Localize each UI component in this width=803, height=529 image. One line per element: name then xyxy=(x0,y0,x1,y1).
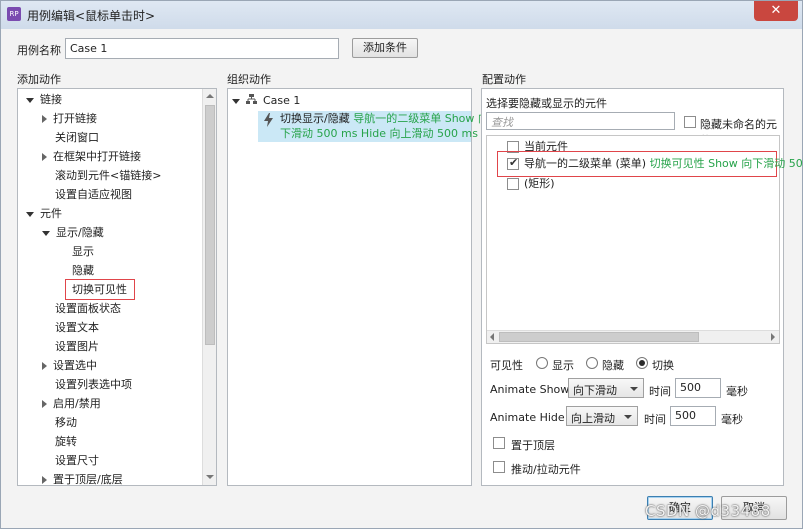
hscrollbar-thumb[interactable] xyxy=(499,332,699,342)
tree-scrollbar[interactable] xyxy=(202,89,216,485)
selected-action[interactable]: 切换显示/隐藏 导航一的二级菜单 Show 向 下滑动 500 ms Hide … xyxy=(258,111,489,142)
hide-time-input[interactable]: 500 xyxy=(670,406,716,426)
hide-unnamed-checkbox[interactable] xyxy=(684,116,696,128)
tree-item-set-selected[interactable]: 设置选中 xyxy=(42,358,97,374)
scroll-right-icon[interactable] xyxy=(771,333,775,341)
tree-collapse-icon[interactable] xyxy=(42,400,47,408)
tree-item-set-list-selection[interactable]: 设置列表选中项 xyxy=(55,377,132,393)
tree-item-set-size[interactable]: 设置尺寸 xyxy=(55,453,99,469)
animate-show-label: Animate Show xyxy=(490,383,570,396)
scroll-left-icon[interactable] xyxy=(490,333,494,341)
action-detail: 导航一的二级菜单 Show 向 xyxy=(353,112,489,125)
tree-collapse-icon[interactable] xyxy=(42,362,47,370)
case-name-label: 用例名称 xyxy=(17,44,61,57)
case-node-label: Case 1 xyxy=(263,94,301,107)
select-widgets-label: 选择要隐藏或显示的元件 xyxy=(486,97,607,110)
add-condition-button[interactable]: 添加条件 xyxy=(352,38,418,58)
case-node[interactable]: Case 1 xyxy=(232,93,300,109)
app-logo-icon: RP xyxy=(7,7,21,21)
check-icon: ✔ xyxy=(509,156,519,169)
tree-item-set-panel-state[interactable]: 设置面板状态 xyxy=(55,301,121,317)
tree-collapse-icon[interactable] xyxy=(42,115,47,123)
tree-expand-icon[interactable] xyxy=(26,211,34,217)
tree-item-open-link[interactable]: 打开链接 xyxy=(42,111,97,127)
radio-selected-dot xyxy=(639,360,645,366)
visibility-show-radio[interactable] xyxy=(536,357,548,369)
case-name-input[interactable]: Case 1 xyxy=(65,38,339,59)
lightning-icon xyxy=(263,113,274,130)
tree-item-set-text[interactable]: 设置文本 xyxy=(55,320,99,336)
window-title: 用例编辑<鼠标单击时> xyxy=(27,9,156,23)
widget-item-nav-submenu-detail: 切换可见性 Show 向下滑动 500 xyxy=(649,157,803,170)
action-detail-line2: 下滑动 500 ms Hide 向上滑动 500 ms xyxy=(280,127,478,140)
visibility-hide-label: 隐藏 xyxy=(602,359,624,372)
close-button[interactable]: ✕ xyxy=(754,1,798,21)
action-name: 切换显示/隐藏 xyxy=(280,112,350,125)
tree-item-set-adaptive-view[interactable]: 设置自适应视图 xyxy=(55,187,132,203)
visibility-label: 可见性 xyxy=(490,359,523,372)
tree-item-hide[interactable]: 隐藏 xyxy=(72,263,94,279)
organize-actions-panel: Case 1 切换显示/隐藏 导航一的二级菜单 Show 向 下滑动 500 m… xyxy=(227,88,489,486)
chevron-down-icon xyxy=(630,387,638,391)
tree-item-close-window[interactable]: 关闭窗口 xyxy=(55,130,99,146)
add-actions-tree: 链接 打开链接 关闭窗口 在框架中打开链接 滚动到元件<锚链接> 设置自适应视图… xyxy=(17,88,217,486)
animate-hide-label: Animate Hide xyxy=(490,411,565,424)
case-tree-icon xyxy=(246,93,257,109)
scroll-up-icon[interactable] xyxy=(206,94,214,98)
chevron-down-icon xyxy=(624,415,632,419)
configure-actions-header: 配置动作 xyxy=(482,73,526,86)
push-pull-checkbox[interactable] xyxy=(493,461,505,473)
tree-item-set-image[interactable]: 设置图片 xyxy=(55,339,99,355)
scrollbar-thumb[interactable] xyxy=(205,105,215,345)
hide-time-label: 时间 xyxy=(644,413,666,426)
show-time-label: 时间 xyxy=(649,385,671,398)
widget-list: 当前元件 ✔ 导航一的二级菜单 (菜单) 切换可见性 Show 向下滑动 500… xyxy=(486,135,803,344)
show-ms-label: 毫秒 xyxy=(726,385,748,398)
bring-to-front-checkbox[interactable] xyxy=(493,437,505,449)
push-pull-label: 推动/拉动元件 xyxy=(511,463,581,476)
tree-item-widgets-group[interactable]: 元件 xyxy=(26,206,62,222)
tree-expand-icon[interactable] xyxy=(26,97,34,103)
tree-item-show[interactable]: 显示 xyxy=(72,244,94,260)
visibility-hide-radio[interactable] xyxy=(586,357,598,369)
tree-item-link-group[interactable]: 链接 xyxy=(26,92,62,108)
widget-item-rectangle[interactable]: (矩形) xyxy=(524,176,555,192)
tree-item-move[interactable]: 移动 xyxy=(55,415,77,431)
animate-show-select[interactable]: 向下滑动 xyxy=(568,378,644,398)
widget-search-input[interactable]: 查找 xyxy=(486,112,675,130)
add-actions-header: 添加动作 xyxy=(17,73,61,86)
tree-item-toggle-visibility[interactable]: 切换可见性 xyxy=(72,282,127,298)
visibility-show-label: 显示 xyxy=(552,359,574,372)
tree-item-rotate[interactable]: 旋转 xyxy=(55,434,77,450)
widget-item-nav-submenu: 导航一的二级菜单 (菜单) xyxy=(524,157,647,170)
tree-collapse-icon[interactable] xyxy=(42,476,47,484)
tree-item-bring-front-back[interactable]: 置于顶层/底层 xyxy=(42,472,123,488)
tree-item-open-in-frame[interactable]: 在框架中打开链接 xyxy=(42,149,141,165)
widget-checkbox-nav-submenu[interactable]: ✔ xyxy=(507,156,519,170)
tree-expand-icon[interactable] xyxy=(232,98,240,104)
tree-item-show-hide[interactable]: 显示/隐藏 xyxy=(42,225,104,241)
widget-list-hscrollbar[interactable] xyxy=(487,330,779,343)
organize-actions-header: 组织动作 xyxy=(227,73,271,86)
hide-ms-label: 毫秒 xyxy=(721,413,743,426)
case-editor-dialog: RP 用例编辑<鼠标单击时> ✕ 用例名称 Case 1 添加条件 添加动作 组… xyxy=(0,0,803,529)
configure-actions-panel: 选择要隐藏或显示的元件 查找 隐藏未命名的元件 当前元件 ✔ 导航一的二级菜单 … xyxy=(481,88,803,486)
title-bar[interactable]: RP 用例编辑<鼠标单击时> ✕ xyxy=(1,1,802,29)
visibility-toggle-label: 切换 xyxy=(652,359,674,372)
animate-hide-select[interactable]: 向上滑动 xyxy=(566,406,638,426)
widget-checkbox-rectangle[interactable] xyxy=(507,178,519,190)
tree-item-enable-disable[interactable]: 启用/禁用 xyxy=(42,396,101,412)
tree-collapse-icon[interactable] xyxy=(42,153,47,161)
csdn-watermark: CSDN @d33488 xyxy=(645,502,771,520)
bring-to-front-label: 置于顶层 xyxy=(511,439,555,452)
visibility-toggle-radio[interactable] xyxy=(636,357,648,369)
show-time-input[interactable]: 500 xyxy=(675,378,721,398)
tree-expand-icon[interactable] xyxy=(42,230,50,236)
scroll-down-icon[interactable] xyxy=(206,475,214,479)
tree-item-scroll-to-widget[interactable]: 滚动到元件<锚链接> xyxy=(55,168,161,184)
